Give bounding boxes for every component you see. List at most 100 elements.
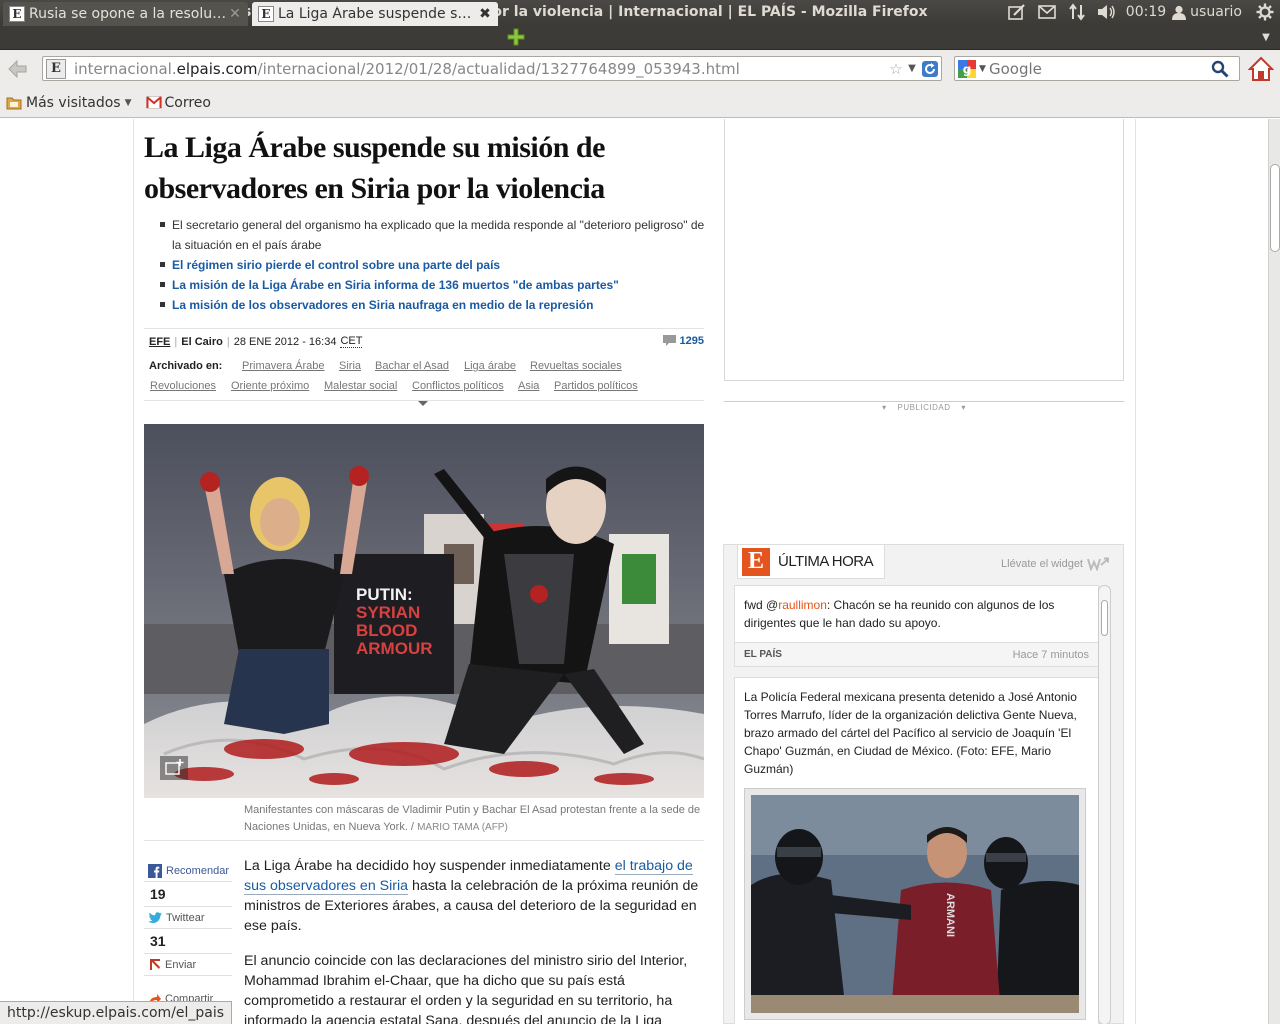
poster-text: ARMOUR — [356, 639, 433, 658]
home-button[interactable] — [1247, 56, 1275, 82]
chevron-down-icon: ▼ — [979, 63, 986, 74]
page-scrollbar[interactable] — [1268, 119, 1280, 1024]
url-history-dropdown-icon[interactable]: ▼ — [905, 63, 919, 74]
tag-link[interactable]: Asia — [518, 380, 539, 392]
volume-icon[interactable] — [1092, 0, 1122, 24]
clock[interactable]: 00:19 — [1122, 4, 1172, 20]
related-link[interactable]: La misión de la Liga Árabe en Siria info… — [172, 278, 619, 292]
folder-icon — [6, 97, 22, 109]
tab-list-button[interactable]: ▼ — [1260, 31, 1272, 43]
reload-button[interactable] — [919, 58, 941, 80]
url-text[interactable]: internacional.elpais.com/internacional/2… — [74, 60, 887, 78]
close-tab-icon[interactable]: ✖ — [478, 6, 492, 22]
ultima-hora-widget: E ÚLTIMA HORA Llévate el widget fwd @rau… — [723, 544, 1124, 1024]
facebook-recommend-button[interactable]: Recomendar — [144, 860, 232, 882]
tag-link[interactable]: Revoluciones — [150, 380, 216, 392]
get-widget-link[interactable]: Llévate el widget — [1001, 557, 1109, 571]
url-bar[interactable]: E internacional.elpais.com/internacional… — [42, 56, 942, 81]
tag-link[interactable]: Liga árabe — [464, 360, 516, 372]
feed-item-text: La Policía Federal mexicana presenta det… — [744, 690, 1077, 776]
feed-item-time[interactable]: Hace 7 minutos — [1013, 649, 1089, 661]
elpais-logo-icon: E — [742, 547, 770, 576]
feed-scrollbar[interactable] — [1098, 585, 1111, 1024]
share-label: Recomendar — [166, 864, 229, 877]
tag-link[interactable]: Revueltas sociales — [530, 360, 622, 372]
page-viewport: La Liga Árabe suspende su misión de obse… — [0, 119, 1268, 1024]
expand-icon — [160, 756, 188, 780]
recommend-count: 19 — [144, 882, 232, 907]
related-link-item: El régimen sirio pierde el control sobre… — [158, 255, 706, 275]
bookmark-star-icon[interactable]: ☆ — [887, 60, 905, 78]
search-engine-selector[interactable]: g ▼ — [955, 59, 989, 78]
power-icon[interactable] — [1250, 0, 1280, 24]
mail-icon[interactable] — [1032, 0, 1062, 24]
feed-item-photo[interactable]: ARMANI — [744, 788, 1086, 1020]
search-input[interactable] — [989, 59, 1209, 78]
send-button[interactable]: Enviar — [144, 954, 232, 976]
scrollbar-thumb[interactable] — [1101, 600, 1108, 636]
widget-link-label: Llévate el widget — [1001, 558, 1083, 570]
tab-bar — [0, 24, 1280, 50]
comments-link[interactable]: 1295 — [662, 335, 704, 347]
search-button[interactable] — [1209, 58, 1231, 80]
magnifier-icon — [1211, 60, 1229, 78]
site-identity-icon[interactable]: E — [46, 58, 66, 79]
close-tab-icon[interactable]: ✕ — [228, 6, 242, 22]
tags-label: Archivado en: — [149, 360, 223, 372]
ultima-hora-title: ÚLTIMA HORA — [778, 553, 874, 570]
article-summary: El secretario general del organismo ha e… — [158, 215, 706, 315]
mention-link[interactable]: raullimon — [778, 598, 827, 612]
user-menu[interactable]: usuario — [1172, 4, 1250, 20]
edit-icon[interactable] — [1002, 0, 1032, 24]
divider: | — [174, 335, 178, 348]
back-arrow-icon — [8, 59, 27, 79]
ultima-hora-header[interactable]: E ÚLTIMA HORA — [737, 545, 885, 579]
bookmark-label: Correo — [164, 94, 211, 111]
user-icon — [1172, 5, 1187, 20]
bookmark-most-visited[interactable]: Más visitados ▼ — [6, 95, 132, 111]
tag-link[interactable]: Malestar social — [324, 380, 397, 392]
byline-agency[interactable]: EFE — [149, 336, 170, 348]
feed-item: fwd @raullimon: Chacón se ha reunido con… — [734, 585, 1099, 667]
svg-text:g: g — [963, 62, 972, 76]
feed-item-source[interactable]: EL PAÍS — [744, 649, 782, 660]
back-button[interactable] — [6, 58, 28, 80]
main-photo[interactable]: PUTIN: SYRIAN BLOOD ARMOUR — [144, 424, 704, 798]
article-byline: EFE | El Cairo | 28 ENE 2012 - 16:34 CET… — [144, 328, 704, 354]
tab-liga-arabe[interactable]: E La Liga Árabe suspende su … ✖ — [252, 2, 498, 26]
caption-credit: MARIO TAMA (AFP) — [417, 822, 508, 833]
google-icon: g — [958, 59, 976, 78]
share-label: Enviar — [165, 958, 197, 971]
tweet-button[interactable]: Twittear — [144, 907, 232, 929]
network-icon[interactable] — [1062, 0, 1092, 24]
twitter-bird-icon — [148, 911, 162, 923]
tag-link[interactable]: Primavera Árabe — [242, 360, 325, 372]
byline-city: El Cairo — [181, 335, 223, 348]
related-link[interactable]: El régimen sirio pierde el control sobre… — [172, 258, 500, 272]
tag-link[interactable]: Oriente próximo — [231, 380, 309, 392]
tag-link[interactable]: Siria — [339, 360, 361, 372]
system-tray: 00:19 usuario — [1002, 0, 1280, 24]
elpais-favicon-icon: E — [258, 6, 274, 22]
comment-bubble-icon — [662, 335, 676, 346]
home-icon — [1247, 56, 1275, 81]
body-paragraph: La Liga Árabe ha decidido hoy suspender … — [244, 858, 699, 934]
enlarge-photo-button[interactable] — [160, 756, 188, 780]
photo-caption: Manifestantes con máscaras de Vladimir P… — [244, 802, 704, 836]
ultima-hora-feed[interactable]: fwd @raullimon: Chacón se ha reunido con… — [734, 585, 1099, 1024]
tab-rusia[interactable]: E Rusia se opone a la resoluci… ✕ — [3, 2, 248, 26]
divider: | — [226, 335, 230, 348]
bookmark-mail[interactable]: Correo — [145, 94, 211, 111]
feed-item-text: fwd @raullimon: Chacón se ha reunido con… — [744, 598, 1055, 630]
byline-timezone: CET — [340, 335, 363, 348]
tag-link[interactable]: Bachar el Asad — [375, 360, 449, 372]
article-title: La Liga Árabe suspende su misión de obse… — [144, 131, 605, 205]
poster-text: PUTIN: — [356, 585, 413, 604]
scrollbar-thumb[interactable] — [1270, 164, 1280, 252]
tag-link[interactable]: Conflictos políticos — [412, 380, 504, 392]
tags-expand-icon[interactable] — [418, 401, 428, 406]
new-tab-button[interactable] — [504, 27, 528, 47]
tag-link[interactable]: Partidos políticos — [554, 380, 638, 392]
search-box[interactable]: g ▼ — [954, 56, 1240, 81]
related-link[interactable]: La misión de los observadores en Siria n… — [172, 298, 593, 312]
